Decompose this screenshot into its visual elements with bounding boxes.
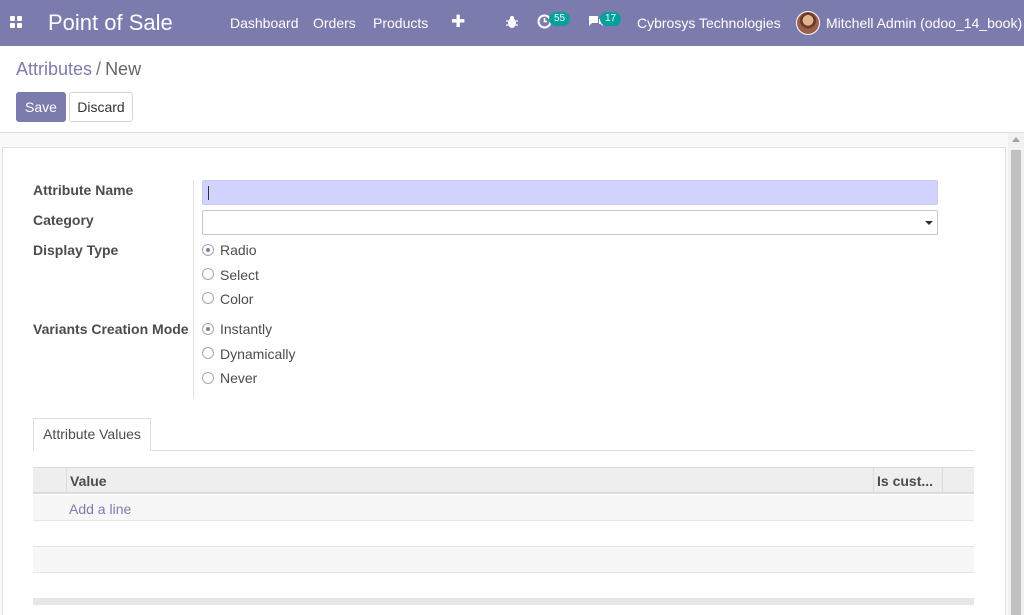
user-avatar[interactable] — [796, 11, 820, 35]
scroll-up-arrow-icon[interactable] — [1012, 137, 1020, 142]
category-label: Category — [33, 212, 94, 228]
variants-mode-option-dynamically[interactable]: Dynamically — [220, 346, 295, 362]
breadcrumb-attributes-link[interactable]: Attributes — [16, 59, 92, 79]
user-menu[interactable]: Mitchell Admin (odoo_14_book) — [826, 15, 1022, 31]
company-switcher[interactable]: Cybrosys Technologies — [637, 15, 781, 31]
values-table-header: Value Is cust... — [33, 467, 974, 494]
debug-bug-icon[interactable] — [506, 15, 518, 29]
notebook-tab-line — [33, 450, 974, 451]
breadcrumb-current: New — [105, 59, 142, 79]
display-type-radio-radio[interactable] — [202, 244, 214, 256]
display-type-radio-select[interactable] — [202, 268, 214, 280]
category-select[interactable] — [202, 210, 938, 235]
table-footer — [33, 599, 974, 605]
menu-products[interactable]: Products — [373, 15, 428, 31]
column-header-is-custom[interactable]: Is cust... — [877, 473, 933, 489]
display-type-option-radio[interactable]: Radio — [220, 242, 257, 258]
message-count-badge: 17 — [600, 12, 622, 26]
variants-mode-radio-dynamically[interactable] — [202, 347, 214, 359]
breadcrumb: Attributes / New — [16, 59, 141, 80]
scrollbar-thumb[interactable] — [1011, 150, 1021, 615]
attribute-name-label: Attribute Name — [33, 182, 134, 198]
table-row — [33, 547, 974, 573]
menu-orders[interactable]: Orders — [313, 15, 356, 31]
app-title[interactable]: Point of Sale — [48, 10, 173, 36]
variants-mode-option-never[interactable]: Never — [220, 370, 257, 386]
variants-creation-mode-label: Variants Creation Mode — [33, 321, 189, 337]
row-handle-column-header — [33, 468, 67, 493]
caret-down-icon[interactable] — [925, 221, 933, 225]
menu-dashboard[interactable]: Dashboard — [230, 15, 299, 31]
variants-mode-radio-instantly[interactable] — [202, 323, 214, 335]
label-column-divider — [193, 180, 194, 398]
discard-button[interactable]: Discard — [69, 92, 133, 122]
top-navbar: Point of Sale Dashboard Orders Products … — [0, 0, 1024, 46]
column-header-value[interactable]: Value — [70, 473, 107, 489]
table-row — [33, 573, 974, 599]
apps-menu-icon[interactable] — [10, 16, 22, 28]
variants-mode-radio-never[interactable] — [202, 372, 214, 384]
breadcrumb-separator: / — [96, 59, 102, 79]
attribute-name-input[interactable] — [202, 180, 938, 205]
variants-mode-option-instantly[interactable]: Instantly — [220, 321, 272, 337]
quick-create-icon[interactable]: ✚ — [451, 12, 465, 32]
activity-count-badge: 55 — [549, 12, 571, 26]
add-a-line-link[interactable]: Add a line — [69, 501, 131, 517]
display-type-label: Display Type — [33, 242, 119, 258]
display-type-option-select[interactable]: Select — [220, 267, 259, 283]
table-row — [33, 521, 974, 547]
vertical-scrollbar[interactable] — [1008, 133, 1024, 615]
text-cursor — [208, 186, 209, 200]
tab-attribute-values[interactable]: Attribute Values — [33, 418, 151, 451]
display-type-option-color[interactable]: Color — [220, 291, 253, 307]
table-row: Add a line — [33, 495, 974, 521]
save-button[interactable]: Save — [16, 92, 66, 122]
display-type-radio-color[interactable] — [202, 292, 214, 304]
